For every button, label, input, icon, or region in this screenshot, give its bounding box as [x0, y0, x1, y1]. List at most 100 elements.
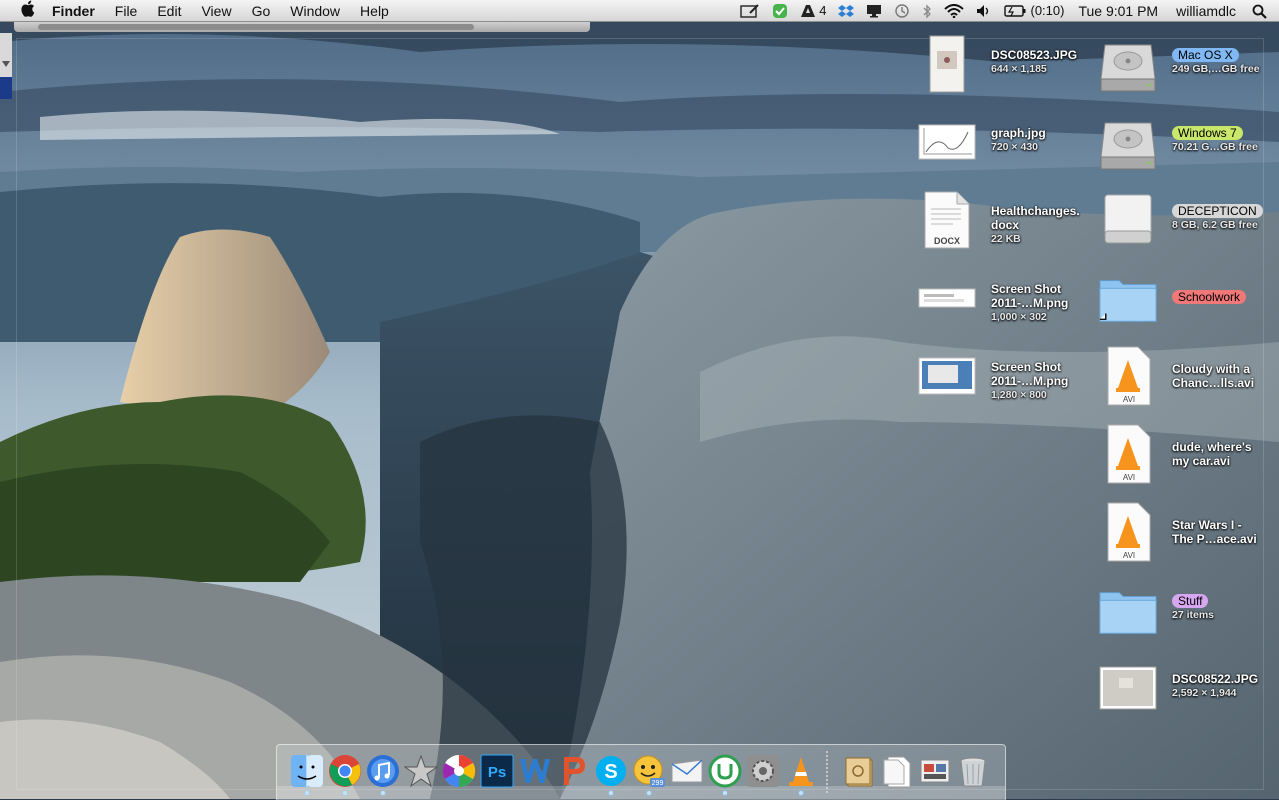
- battery-time: (0:10): [1030, 3, 1065, 18]
- dock-itunes[interactable]: [365, 753, 401, 795]
- itunes-icon: [367, 755, 399, 787]
- dock-powerpoint[interactable]: [555, 753, 591, 789]
- battery-charging-icon: [1004, 5, 1026, 17]
- chrome-icon: [329, 755, 361, 787]
- drive-windows-7[interactable]: Windows 7 70.21 G…GB free: [1098, 112, 1258, 172]
- dock-adium[interactable]: 299: [631, 753, 667, 795]
- file-info: 720 × 430: [991, 141, 1039, 153]
- word-icon: [520, 759, 550, 783]
- menu-finder[interactable]: Finder: [42, 0, 105, 22]
- file-info: 1,280 × 800: [991, 389, 1047, 401]
- desktop-file-dsc08523[interactable]: DSC08523.JPG 644 × 1,185: [917, 34, 1077, 94]
- menu-view[interactable]: View: [191, 0, 241, 22]
- menu-clock[interactable]: Tue 9:01 PM: [1070, 3, 1166, 19]
- running-indicator: [343, 791, 347, 795]
- finder-icon: [291, 755, 323, 787]
- file-name: DSC08522.JPG: [1172, 672, 1259, 686]
- bluetooth-icon[interactable]: [916, 3, 938, 19]
- mail-count-badge: 299: [652, 780, 664, 787]
- dock-system-preferences[interactable]: [745, 753, 781, 789]
- dock-chrome[interactable]: [327, 753, 363, 795]
- vlc-avi-file-icon: AVI: [1098, 346, 1158, 406]
- image-thumbnail: [917, 346, 977, 406]
- file-info: 1,000 × 302: [991, 311, 1047, 323]
- edit-note-icon[interactable]: [734, 4, 766, 18]
- dock-photoshop[interactable]: Ps: [479, 753, 515, 789]
- svg-text:Ps: Ps: [488, 764, 506, 781]
- dock-mail[interactable]: [669, 753, 705, 789]
- file-name-line1: Screen Shot: [991, 360, 1062, 374]
- dock-finder[interactable]: [289, 753, 325, 795]
- dock-utorrent[interactable]: [707, 753, 743, 795]
- evernote-icon[interactable]: [766, 3, 794, 19]
- picasa-icon: [442, 754, 476, 788]
- menu-window[interactable]: Window: [280, 0, 350, 22]
- avi-badge: AVI: [1123, 395, 1135, 404]
- hard-drive-icon: [1098, 112, 1158, 172]
- menu-file[interactable]: File: [105, 0, 148, 22]
- file-dude-avi[interactable]: AVI dude, where's my car.avi: [1098, 424, 1252, 484]
- file-name-line1: dude, where's: [1172, 440, 1252, 454]
- utorrent-icon: [708, 754, 742, 788]
- image-thumbnail: [917, 112, 977, 172]
- dock: Ps S 299: [276, 744, 1006, 800]
- running-indicator: [381, 791, 385, 795]
- svg-text:S: S: [604, 761, 617, 783]
- folder-icon: [1098, 580, 1158, 640]
- dock-vlc[interactable]: [783, 753, 819, 795]
- dock-imovie[interactable]: [403, 753, 439, 789]
- image-thumbnail: [917, 34, 977, 94]
- file-star-wars-avi[interactable]: AVI Star Wars I - The P…ace.avi: [1098, 502, 1257, 562]
- folder-schoolwork[interactable]: Schoolwork: [1098, 268, 1247, 328]
- dock-documents-stack[interactable]: [879, 753, 915, 789]
- wallpaper-image: [0, 22, 1279, 799]
- hard-drive-icon: [1098, 34, 1158, 94]
- file-info: 2,592 × 1,944: [1172, 687, 1237, 699]
- menu-help[interactable]: Help: [350, 0, 399, 22]
- file-name-line1: Screen Shot: [991, 282, 1062, 296]
- file-name: graph.jpg: [991, 126, 1046, 140]
- dock-applications-stack[interactable]: [841, 753, 877, 789]
- menu-go[interactable]: Go: [242, 0, 281, 22]
- menu-bar: Finder File Edit View Go Window Help 4 (…: [0, 0, 1279, 22]
- apple-icon[interactable]: [12, 0, 42, 22]
- powerpoint-icon: [564, 757, 585, 785]
- image-thumbnail: [1098, 658, 1158, 718]
- folder-stuff[interactable]: Stuff 27 items: [1098, 580, 1214, 640]
- wifi-icon[interactable]: [938, 4, 970, 18]
- stack-icon: [845, 757, 873, 787]
- battery-status[interactable]: (0:10): [998, 0, 1070, 22]
- desktop[interactable]: [0, 22, 1279, 799]
- drive-info: 249 GB,…GB free: [1172, 63, 1260, 75]
- menu-user[interactable]: williamdlc: [1166, 3, 1246, 19]
- time-machine-icon[interactable]: [888, 3, 916, 19]
- vlc-avi-file-icon: AVI: [1098, 424, 1158, 484]
- desktop-file-screenshot-2[interactable]: Screen Shot 2011-…M.png 1,280 × 800: [917, 346, 1068, 406]
- external-drive-icon: [1098, 190, 1158, 250]
- volume-icon[interactable]: [970, 4, 998, 18]
- file-cloudy-avi[interactable]: AVI Cloudy with a Chanc…lls.avi: [1098, 346, 1254, 406]
- dock-word[interactable]: [517, 753, 553, 789]
- mail-stamp-icon: [671, 759, 703, 783]
- desktop-file-graph[interactable]: graph.jpg 720 × 430: [917, 112, 1046, 172]
- menu-edit[interactable]: Edit: [147, 0, 191, 22]
- documents-icon: [883, 756, 911, 788]
- drive-mac-os-x[interactable]: Mac OS X 249 GB,…GB free: [1098, 34, 1260, 94]
- dropbox-icon[interactable]: [832, 4, 860, 18]
- dock-downloads-stack[interactable]: [917, 753, 953, 789]
- dock-picasa[interactable]: [441, 753, 477, 789]
- desktop-file-screenshot-1[interactable]: Screen Shot 2011-…M.png 1,000 × 302: [917, 268, 1068, 328]
- folder-alias-icon: [1098, 268, 1158, 328]
- drive-decepticon[interactable]: DECEPTICON 8 GB, 6.2 GB free: [1098, 190, 1263, 250]
- display-icon[interactable]: [860, 4, 888, 18]
- running-indicator: [305, 791, 309, 795]
- scroll-thumb[interactable]: [38, 24, 474, 30]
- desktop-file-dsc08522[interactable]: DSC08522.JPG 2,592 × 1,944: [1098, 658, 1258, 718]
- spotlight-search-icon[interactable]: [1246, 4, 1279, 19]
- dock-trash[interactable]: [955, 753, 991, 789]
- dock-skype[interactable]: S: [593, 753, 629, 795]
- file-name-line1: Cloudy with a: [1172, 362, 1250, 376]
- desktop-file-healthchanges[interactable]: DOCX Healthchanges. docx 22 KB: [917, 190, 1080, 250]
- adobe-updater-icon[interactable]: 4: [794, 0, 832, 22]
- window-scrollbar[interactable]: [14, 22, 590, 32]
